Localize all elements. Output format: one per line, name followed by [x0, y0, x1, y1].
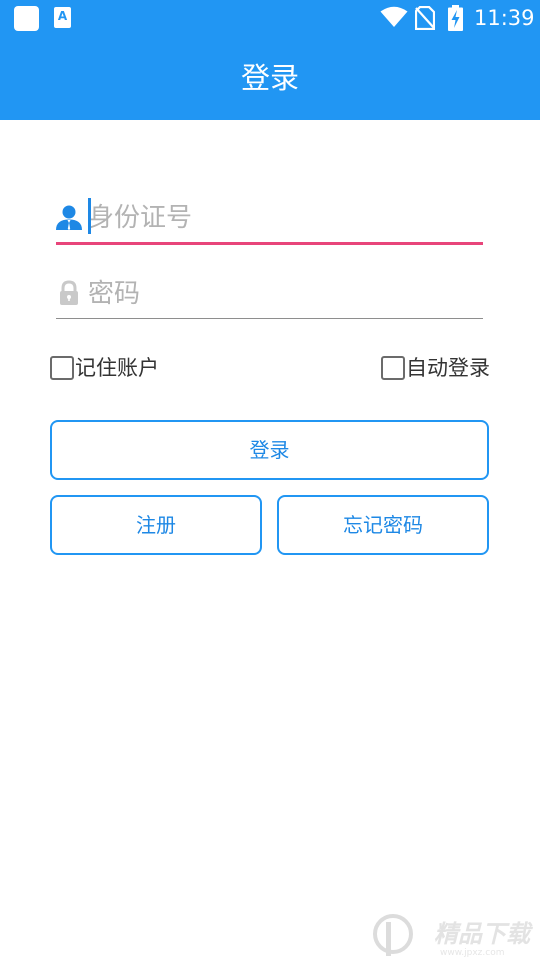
id-number-input[interactable] [88, 196, 478, 240]
watermark-text: 精品下载 [434, 920, 534, 948]
app-notification-icon: A [54, 7, 71, 28]
password-input[interactable] [88, 272, 478, 316]
auto-login-checkbox[interactable]: 自动登录 [381, 356, 501, 382]
battery-charging-icon [448, 5, 463, 31]
status-bar: A 11:39 [0, 0, 540, 36]
text-cursor [88, 198, 91, 234]
remember-account-label[interactable]: 记住账户 [75, 354, 159, 382]
app-bar: A 11:39 登录 [0, 0, 540, 120]
forgot-password-button[interactable]: 忘记密码 [277, 495, 489, 555]
page-title: 登录 [240, 61, 299, 95]
user-icon [56, 205, 82, 230]
auto-login-label[interactable]: 自动登录 [406, 354, 490, 382]
lock-icon [60, 280, 78, 305]
wifi-icon [380, 6, 408, 27]
watermark-site: www.jpxz.com [440, 948, 504, 958]
remember-account-box[interactable] [50, 356, 74, 380]
watermark-logo: 精品下载 www.jpxz.com [373, 914, 534, 958]
remember-account-checkbox[interactable]: 记住账户 [50, 356, 170, 382]
login-button[interactable]: 登录 [50, 420, 489, 480]
auto-login-box[interactable] [381, 356, 405, 380]
password-field[interactable] [56, 268, 483, 319]
no-sim-icon [415, 6, 435, 30]
register-button[interactable]: 注册 [50, 495, 262, 555]
notification-square-icon [14, 6, 39, 31]
status-time: 11:39 [474, 6, 535, 30]
id-number-field[interactable] [56, 192, 483, 245]
